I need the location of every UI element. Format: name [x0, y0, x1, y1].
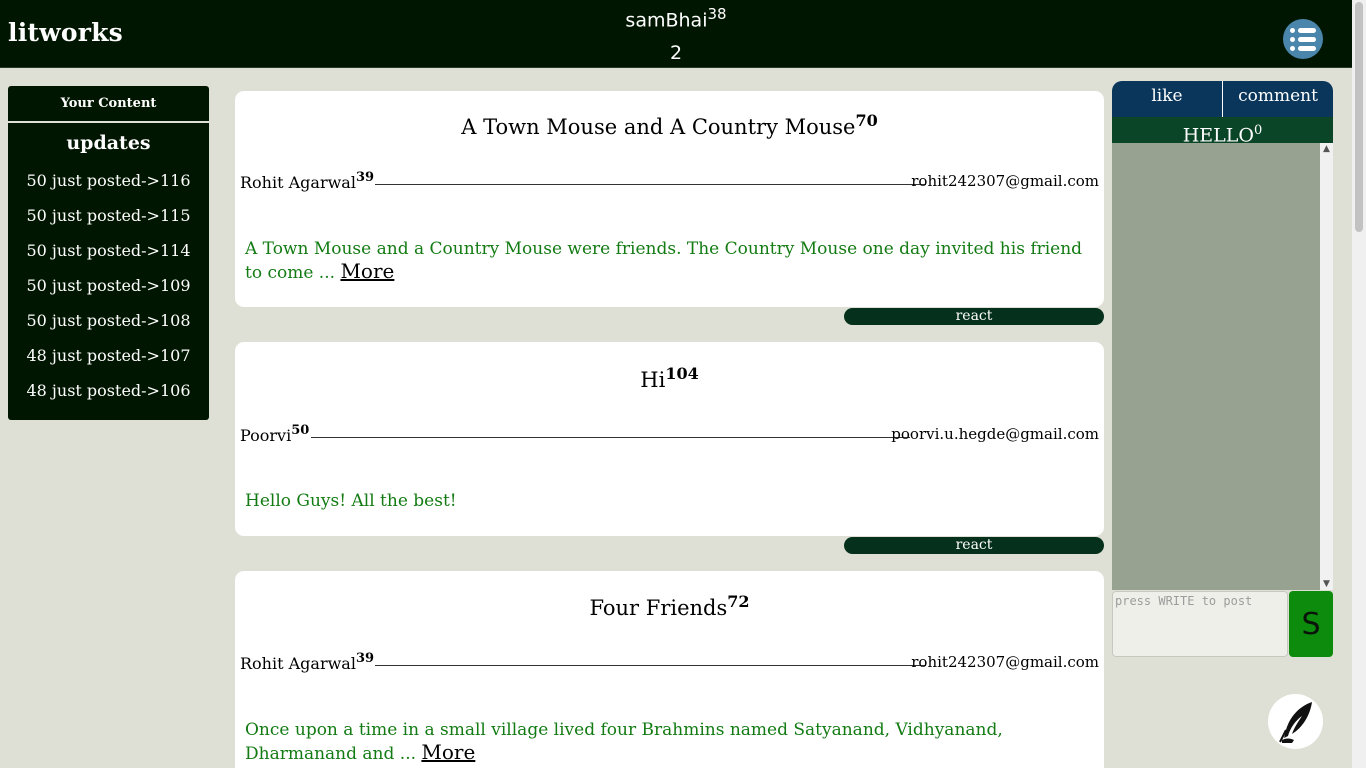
update-item[interactable]: 48 just posted->107 — [8, 338, 209, 373]
post-title[interactable]: Hi104 — [235, 364, 1104, 392]
send-button[interactable]: S — [1289, 591, 1333, 657]
author-name: Poorvi — [240, 426, 292, 445]
react-button[interactable]: react — [844, 537, 1104, 554]
scroll-up-icon[interactable]: ▲ — [1320, 144, 1333, 154]
chat-scrollbar[interactable]: ▲ ▼ — [1320, 143, 1333, 590]
author-score: 39 — [355, 170, 375, 185]
post-score: 104 — [665, 364, 699, 383]
tab-comment[interactable]: comment — [1222, 81, 1333, 117]
your-content-link[interactable]: Your Content — [8, 86, 209, 123]
chat-title: HELLO0 — [1112, 117, 1333, 146]
update-item[interactable]: 50 just posted->116 — [8, 163, 209, 198]
post-input[interactable] — [1112, 591, 1288, 657]
post-excerpt: Once upon a time in a small village live… — [245, 719, 1100, 765]
update-item[interactable]: 50 just posted->109 — [8, 268, 209, 303]
excerpt-text: Once upon a time in a small village live… — [245, 720, 1003, 764]
scroll-down-icon[interactable]: ▼ — [1320, 579, 1333, 589]
tab-like[interactable]: like — [1112, 81, 1222, 117]
post-title-text: A Town Mouse and A Country Mouse — [461, 115, 856, 139]
post-card: Hi104 Poorvi 50 poorvi.u.hegde@gmail.com … — [235, 342, 1104, 536]
post-score: 72 — [727, 592, 750, 611]
list-icon[interactable] — [1283, 19, 1323, 59]
author-name: Rohit Agarwal — [240, 173, 356, 192]
excerpt-text: Hello Guys! All the best! — [245, 491, 457, 511]
author-score: 39 — [355, 651, 375, 666]
user-points: 38 — [707, 5, 727, 23]
updates-heading: updates — [66, 132, 151, 154]
author-score: 50 — [291, 423, 310, 438]
post-card: A Town Mouse and A Country Mouse70 Rohit… — [235, 91, 1104, 307]
post-title-text: Hi — [640, 368, 666, 392]
page-scrollbar[interactable] — [1352, 0, 1366, 768]
post-excerpt: Hello Guys! All the best! — [245, 490, 1100, 512]
post-title[interactable]: Four Friends72 — [235, 592, 1104, 620]
online-user-count: 2 — [669, 42, 683, 64]
post-author[interactable]: Rohit Agarwal 39 — [240, 651, 375, 673]
react-button[interactable]: react — [844, 308, 1104, 325]
author-email: poorvi.u.hegde@gmail.com — [891, 425, 1099, 443]
page-scrollbar-thumb[interactable] — [1355, 2, 1363, 232]
reaction-tabs: like comment — [1112, 81, 1333, 117]
more-link[interactable]: More — [340, 259, 394, 283]
username: samBhai — [625, 9, 708, 32]
post-author[interactable]: Poorvi 50 — [240, 423, 310, 445]
left-sidebar: Your Content updates 50 just posted->116… — [8, 86, 209, 420]
divider — [375, 665, 926, 666]
chat-count: 0 — [1253, 123, 1263, 138]
username-display[interactable]: samBhai38 — [0, 5, 1352, 31]
post-score: 70 — [855, 111, 878, 130]
post-author[interactable]: Rohit Agarwal 39 — [240, 170, 375, 192]
update-item[interactable]: 48 just posted->106 — [8, 373, 209, 408]
author-name: Rohit Agarwal — [240, 654, 356, 673]
updates-list: 50 just posted->116 50 just posted->115 … — [8, 163, 209, 408]
divider — [311, 437, 910, 438]
more-link[interactable]: More — [421, 740, 475, 764]
update-item[interactable]: 50 just posted->114 — [8, 233, 209, 268]
divider — [375, 184, 926, 185]
chat-messages[interactable] — [1112, 143, 1333, 590]
update-item[interactable]: 50 just posted->115 — [8, 198, 209, 233]
post-card: Four Friends72 Rohit Agarwal 39 rohit2423… — [235, 571, 1104, 768]
post-title-text: Four Friends — [589, 596, 728, 620]
quill-icon[interactable] — [1268, 694, 1323, 749]
author-email: rohit242307@gmail.com — [911, 172, 1099, 190]
post-excerpt: A Town Mouse and a Country Mouse were fr… — [245, 238, 1100, 284]
update-item[interactable]: 50 just posted->108 — [8, 303, 209, 338]
post-title[interactable]: A Town Mouse and A Country Mouse70 — [235, 111, 1104, 139]
top-navbar: litworks samBhai38 2 — [0, 0, 1352, 68]
author-email: rohit242307@gmail.com — [911, 653, 1099, 671]
